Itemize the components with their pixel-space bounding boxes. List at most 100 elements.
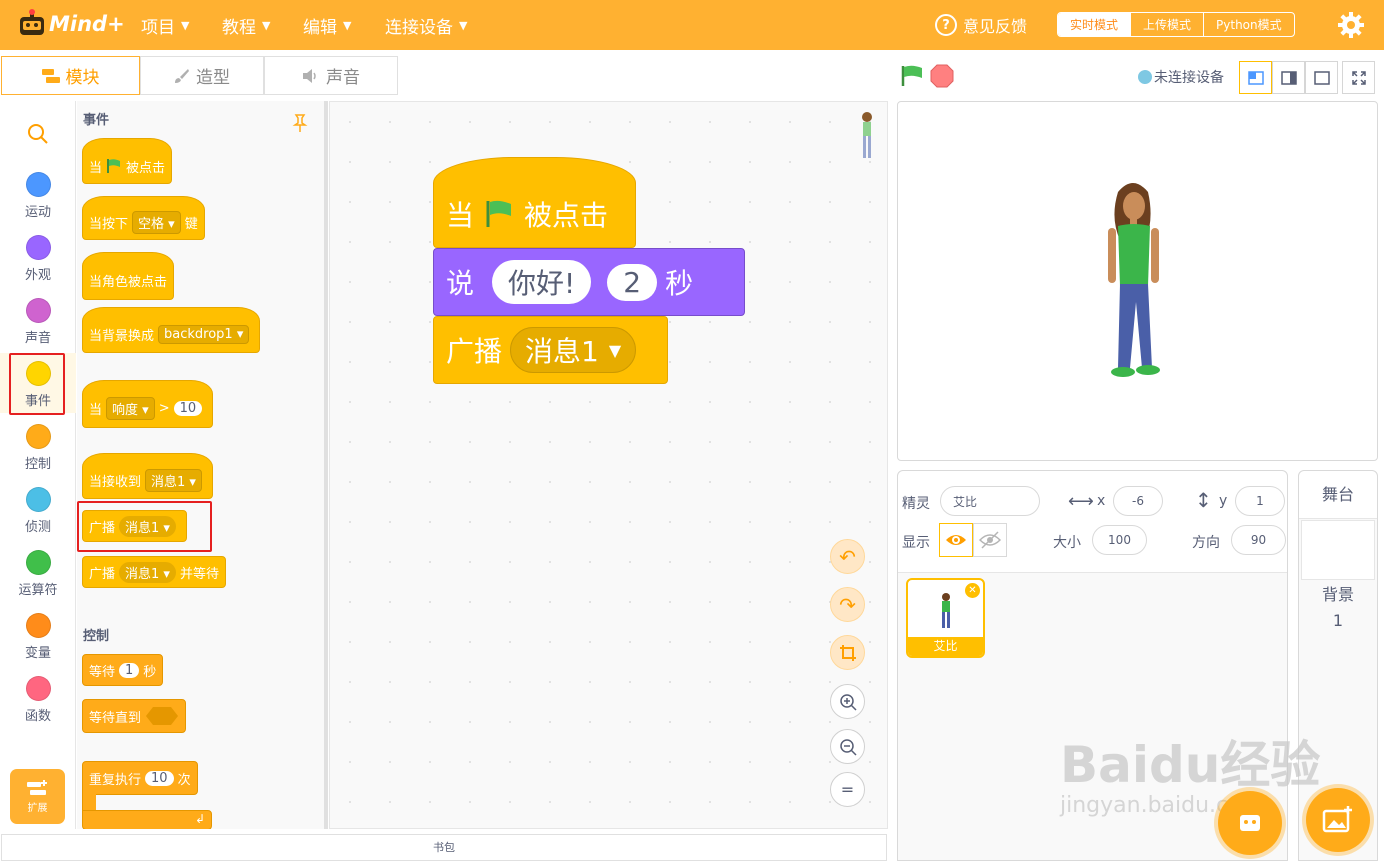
extension-icon	[26, 780, 47, 795]
crop-icon	[839, 644, 856, 661]
zoom-reset-button[interactable]: =	[830, 772, 865, 807]
category-motion[interactable]: 运动	[0, 164, 76, 224]
message-dropdown[interactable]: 消息1 ▼	[510, 327, 637, 373]
settings-button[interactable]	[1337, 11, 1365, 43]
palette-scrollbar[interactable]	[324, 101, 328, 829]
say-seconds-input[interactable]: 2	[607, 263, 658, 301]
category-menu: 运动 外观 声音 事件 控制 侦测 运算符 变量 函数	[0, 101, 76, 829]
block-text: 当	[89, 160, 103, 176]
block-when-greater-than[interactable]: 当 响度 ▾ > 10	[82, 380, 214, 428]
search-button[interactable]	[27, 123, 49, 149]
normal-stage-icon	[1280, 70, 1297, 85]
menu-tutorial[interactable]: 教程 ▼	[222, 0, 270, 50]
block-when-sprite-clicked[interactable]: 当角色被点击	[82, 252, 175, 300]
redo-button[interactable]: ↷	[830, 587, 865, 622]
menu-label: 连接设备	[385, 17, 453, 38]
delete-sprite-button[interactable]: ✕	[965, 583, 980, 598]
message-dropdown[interactable]: 消息1 ▾	[145, 468, 202, 492]
threshold-input[interactable]: 10	[173, 400, 203, 416]
sprite-thumbnail[interactable]: ✕ 艾比	[906, 578, 985, 658]
block-broadcast-and-wait[interactable]: 广播 消息1 ▾ 并等待	[82, 556, 226, 588]
category-dot	[25, 487, 51, 512]
add-backdrop-button[interactable]	[1306, 788, 1370, 852]
say-text-input[interactable]: 你好!	[492, 260, 592, 304]
close-icon: ✕	[968, 585, 977, 596]
dropdown-value: backdrop1	[164, 326, 233, 342]
menu-connect-device[interactable]: 连接设备 ▼	[385, 0, 467, 50]
show-sprite-button[interactable]	[939, 523, 973, 557]
zoom-out-button[interactable]	[830, 729, 865, 764]
small-stage-button[interactable]	[1239, 61, 1272, 94]
category-sound[interactable]: 声音	[0, 290, 76, 350]
direction-input[interactable]: 90	[1231, 525, 1286, 555]
menu-label: 项目	[141, 17, 175, 38]
mode-switch: 实时模式 上传模式 Python模式	[1057, 12, 1295, 37]
backpack-bar[interactable]: 书包	[1, 834, 887, 861]
x-input[interactable]: -6	[1113, 486, 1163, 516]
add-sprite-button[interactable]	[1218, 791, 1282, 855]
category-operators[interactable]: 运算符	[0, 542, 76, 602]
y-input[interactable]: 1	[1235, 486, 1285, 516]
zoom-in-button[interactable]	[830, 684, 865, 719]
repeat-count-input[interactable]: 10	[145, 770, 174, 786]
block-wait-seconds[interactable]: 等待 1 秒	[82, 654, 164, 686]
block-text: 被点击	[126, 160, 166, 176]
connection-status: 未连接设备	[1138, 67, 1224, 87]
block-wait-until[interactable]: 等待直到	[82, 699, 187, 733]
tab-costumes[interactable]: 造型	[140, 56, 264, 95]
block-when-i-receive[interactable]: 当接收到 消息1 ▾	[82, 453, 213, 499]
category-label: 运算符	[18, 583, 58, 598]
tab-sounds[interactable]: 声音	[264, 56, 398, 95]
fullscreen-button[interactable]	[1342, 61, 1375, 94]
mode-upload[interactable]: 上传模式	[1131, 13, 1205, 36]
backdrop-thumbnail[interactable]	[1301, 520, 1375, 580]
pin-button[interactable]	[291, 113, 309, 137]
hide-sprite-button[interactable]	[973, 523, 1007, 557]
wide-stage-button[interactable]	[1305, 61, 1338, 94]
category-functions[interactable]: 函数	[0, 668, 76, 728]
mode-realtime[interactable]: 实时模式	[1058, 13, 1132, 36]
tab-blocks[interactable]: 模块	[1, 56, 140, 95]
image-add-icon	[1322, 806, 1352, 833]
script-when-flag-clicked[interactable]: 当 被点击	[433, 157, 636, 248]
category-sensing[interactable]: 侦测	[0, 479, 76, 539]
stage-canvas[interactable]	[897, 101, 1378, 461]
block-text: 等待	[89, 664, 116, 680]
message-dropdown[interactable]: 消息1 ▾	[119, 515, 176, 537]
stop-button[interactable]	[930, 64, 954, 92]
category-dot	[25, 613, 51, 638]
zoom-out-icon	[839, 738, 857, 756]
block-when-key-pressed[interactable]: 当按下 空格 ▾ 键	[82, 196, 205, 240]
category-looks[interactable]: 外观	[0, 227, 76, 287]
seconds-input[interactable]: 1	[119, 662, 140, 678]
category-events[interactable]: 事件	[0, 353, 76, 413]
abby-sprite[interactable]	[1098, 178, 1168, 384]
feedback-button[interactable]: ? 意见反馈	[935, 0, 1027, 50]
crop-button[interactable]	[830, 635, 865, 670]
size-input[interactable]: 100	[1092, 525, 1147, 555]
normal-stage-button[interactable]	[1272, 61, 1305, 94]
green-flag-button[interactable]	[900, 64, 924, 92]
block-repeat[interactable]: 重复执行 10 次	[82, 761, 198, 795]
backdrop-dropdown[interactable]: backdrop1 ▾	[158, 324, 250, 344]
redo-icon: ↷	[839, 592, 856, 617]
script-say-for-secs[interactable]: 说 你好! 2 秒	[433, 248, 745, 316]
block-when-flag-clicked[interactable]: 当 被点击	[82, 138, 173, 184]
extension-button[interactable]: 扩展	[10, 769, 65, 824]
mode-python[interactable]: Python模式	[1204, 13, 1294, 36]
block-broadcast[interactable]: 广播 消息1 ▾	[82, 510, 187, 542]
sensor-dropdown[interactable]: 响度 ▾	[106, 396, 155, 420]
menu-project[interactable]: 项目 ▼	[141, 0, 189, 50]
caret-down-icon: ▼	[343, 18, 352, 32]
block-text: 广播	[446, 335, 503, 368]
boolean-slot-icon[interactable]	[145, 706, 179, 726]
message-dropdown[interactable]: 消息1 ▾	[119, 561, 176, 583]
menu-edit[interactable]: 编辑 ▼	[303, 0, 351, 50]
key-dropdown[interactable]: 空格 ▾	[132, 210, 181, 234]
category-control[interactable]: 控制	[0, 416, 76, 476]
script-broadcast[interactable]: 广播 消息1 ▼	[433, 316, 668, 384]
category-variables[interactable]: 变量	[0, 605, 76, 665]
block-when-backdrop-switches[interactable]: 当背景换成 backdrop1 ▾	[82, 307, 261, 353]
undo-button[interactable]: ↶	[830, 539, 865, 574]
sprite-name-input[interactable]: 艾比	[940, 486, 1040, 516]
